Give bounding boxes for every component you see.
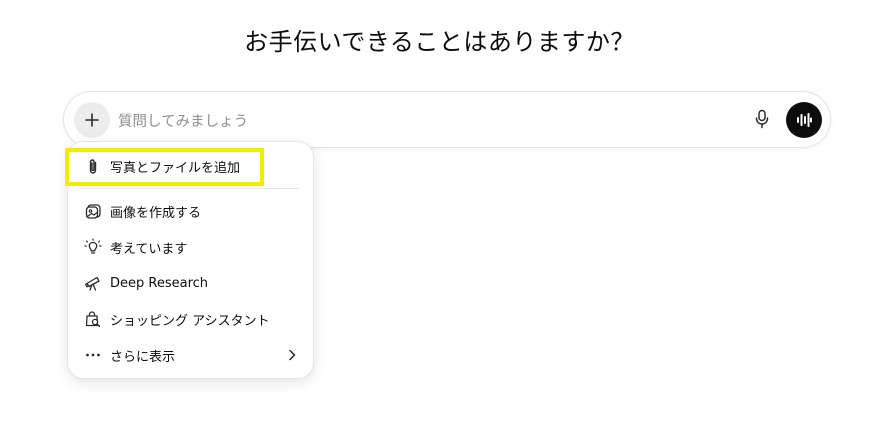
menu-item-label: さらに表示: [110, 349, 176, 365]
page-heading: お手伝いできることはありますか？: [244, 28, 635, 56]
lightbulb-icon: [84, 238, 102, 256]
menu-item-label: 考えています: [110, 241, 188, 257]
image-create-icon: [84, 202, 102, 220]
menu-item-thinking[interactable]: 考えています: [68, 230, 315, 264]
menu-item-deep-research[interactable]: Deep Research: [68, 266, 315, 300]
voice-waveform-icon: [797, 113, 812, 127]
menu-item-create-image[interactable]: 画像を作成する: [68, 194, 315, 228]
menu-item-label: 画像を作成する: [110, 205, 202, 221]
shopping-bag-search-icon: [84, 310, 102, 328]
chevron-right-icon: [285, 347, 299, 363]
menu-divider: [80, 188, 300, 189]
menu-item-label: ショッピング アシスタント: [110, 313, 270, 329]
menu-item-show-more[interactable]: さらに表示: [68, 338, 315, 372]
microphone-button[interactable]: [750, 107, 774, 131]
highlight-box: [65, 148, 264, 186]
microphone-icon: [755, 109, 769, 129]
menu-item-label: Deep Research: [110, 275, 209, 291]
plus-icon: [85, 113, 99, 127]
add-button[interactable]: [74, 102, 110, 138]
composer: 質問してみましょう: [63, 91, 831, 148]
prompt-input[interactable]: 質問してみましょう: [118, 110, 248, 131]
menu-item-shopping-assistant[interactable]: ショッピング アシスタント: [68, 302, 315, 336]
telescope-icon: [84, 274, 102, 292]
more-dots-icon: [84, 346, 102, 364]
voice-mode-button[interactable]: [786, 102, 822, 138]
page: お手伝いできることはありますか？ 質問してみましょう 写真とファイルを追加 画像…: [0, 0, 879, 433]
